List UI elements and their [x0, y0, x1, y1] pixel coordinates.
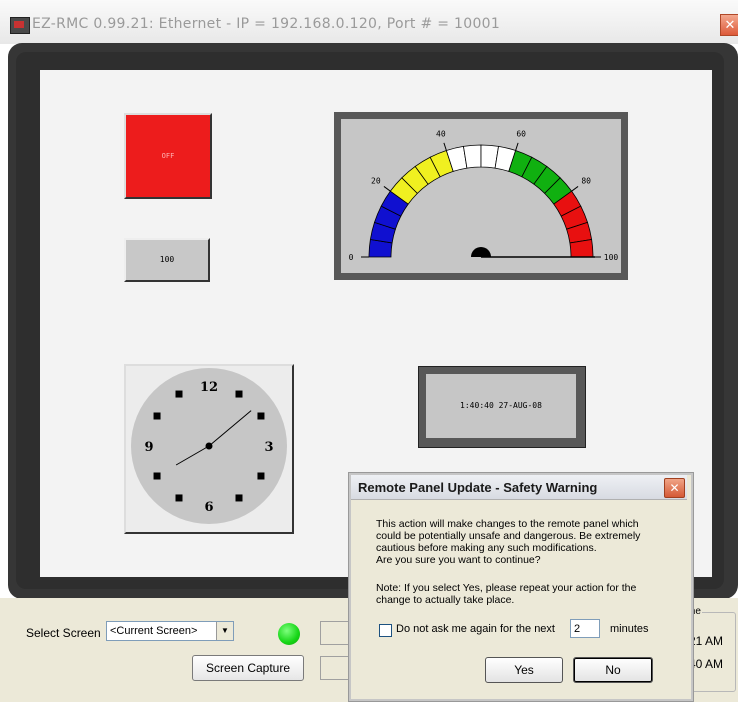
yes-button[interactable]: Yes [485, 657, 563, 683]
gauge-tick-label: 80 [581, 177, 591, 186]
app-icon [10, 17, 30, 34]
clock-tick-mark [175, 390, 183, 398]
numeric-display[interactable]: 100 [124, 238, 210, 282]
screen-select-value: <Current Screen> [110, 625, 198, 637]
clock-tick-mark [153, 472, 161, 480]
dialog-note-line: Note: If you select Yes, please repeat y… [376, 582, 637, 594]
gauge-tick-label: 60 [516, 129, 526, 138]
datetime-display: 1:40:40 27-AUG-08 [426, 374, 576, 438]
analog-clock: 12 3 6 9 [124, 364, 294, 534]
dont-ask-label[interactable]: Do not ask me again for the next [396, 623, 555, 635]
screen-select[interactable]: <Current Screen> ▼ [106, 621, 234, 641]
minutes-label: minutes [610, 623, 649, 635]
clock-tick-mark [153, 412, 161, 420]
gauge-tick-label: 100 [604, 253, 619, 262]
clock-face: 12 3 6 9 [131, 368, 287, 524]
clock-tick-mark [235, 494, 243, 502]
gauge-meter: 0 20 40 60 80 100 [349, 129, 619, 262]
gauge-hub [471, 247, 491, 257]
time-value-1: 21 AM [689, 634, 724, 648]
no-button[interactable]: No [573, 657, 653, 683]
clock-number: 3 [264, 440, 273, 455]
gauge-segment [463, 144, 482, 169]
clock-number: 12 [200, 380, 218, 395]
clock-number: 9 [144, 440, 153, 455]
status-led [278, 623, 300, 645]
gauge-tick [515, 142, 519, 151]
time-value-2: 40 AM [689, 657, 724, 671]
gauge-segment [569, 239, 594, 258]
clock-tick-mark [175, 494, 183, 502]
select-screen-label: Select Screen [26, 626, 101, 640]
dialog-note-line: change to actually take place. [376, 594, 515, 606]
clock-tick-mark [257, 412, 265, 420]
clock-number: 6 [204, 500, 213, 515]
gauge-tick-label: 0 [349, 253, 354, 262]
dialog-title: Remote Panel Update - Safety Warning [358, 480, 598, 495]
dropdown-arrow-icon[interactable]: ▼ [216, 622, 233, 640]
gauge-tick-label: 40 [436, 129, 446, 138]
gauge-tick [383, 186, 391, 192]
dialog-body-line: Are you sure you want to continue? [376, 554, 541, 566]
dont-ask-checkbox[interactable] [379, 624, 392, 637]
window-title: EZ-RMC 0.99.21: Ethernet - IP = 192.168.… [32, 16, 501, 32]
dialog-close-button[interactable]: ✕ [664, 478, 685, 498]
dialog-body-line: This action will make changes to the rem… [376, 518, 639, 530]
clock-center [205, 442, 213, 450]
screen-capture-button[interactable]: Screen Capture [192, 655, 304, 681]
dialog-body-line: could be potentially unsafe and dangerou… [376, 530, 641, 542]
dialog-body-line: cautious before making any such modifica… [376, 542, 597, 554]
gauge-tick [571, 186, 579, 192]
off-indicator-button[interactable]: OFF [124, 113, 212, 199]
clock-tick-mark [235, 390, 243, 398]
clock-tick-mark [257, 472, 265, 480]
gauge-tick [443, 142, 447, 151]
minutes-input[interactable]: 2 [570, 619, 600, 638]
gauge-face: 0 20 40 60 80 100 [341, 119, 621, 273]
window-close-button[interactable]: ✕ [720, 14, 738, 36]
gauge-tick-label: 20 [371, 177, 381, 186]
